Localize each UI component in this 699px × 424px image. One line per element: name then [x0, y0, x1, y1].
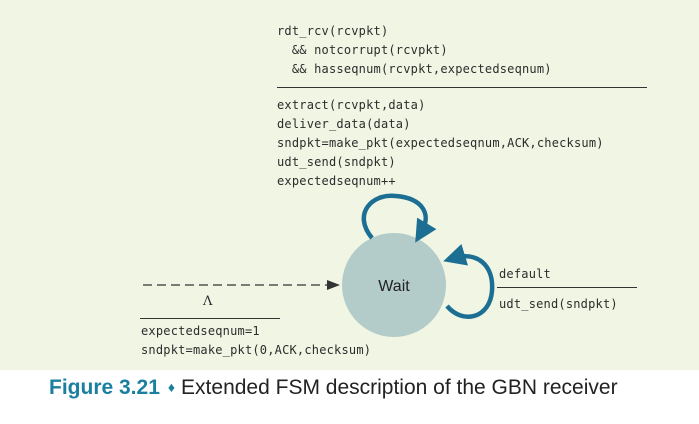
caption-diamond-icon: ♦: [167, 379, 176, 395]
figure-number: Figure 3.21: [49, 376, 160, 399]
top-self-loop-arrow: [361, 193, 437, 243]
figure-caption: Figure 3.21 ♦ Extended FSM description of …: [49, 376, 618, 400]
caption-text: Extended FSM description of the GBN rece…: [181, 376, 618, 399]
right-self-loop-arrow: [443, 243, 495, 319]
initial-arrowhead: [327, 280, 340, 290]
wait-state-label: Wait: [378, 278, 410, 295]
fsm-graphics: Wait: [143, 193, 495, 337]
